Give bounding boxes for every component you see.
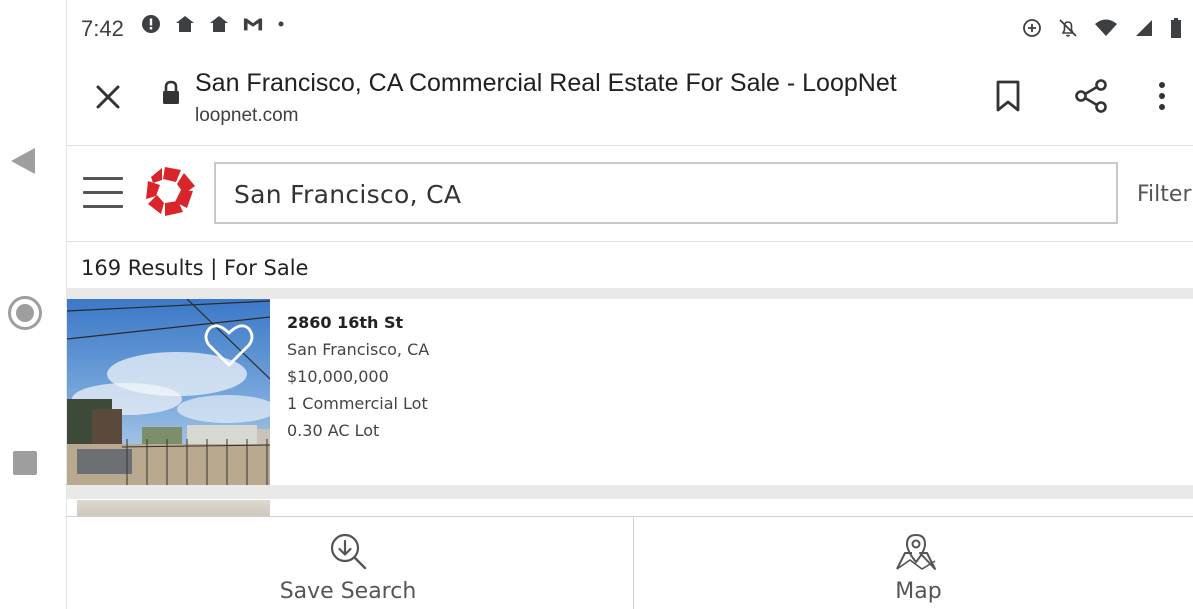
- listing-type: 1 Commercial Lot: [287, 394, 428, 413]
- save-search-label: Save Search: [279, 579, 417, 604]
- notifications-off-icon: [1059, 19, 1077, 37]
- save-search-button[interactable]: Save Search: [67, 517, 634, 609]
- bottom-action-bar: Save Search Map: [67, 516, 1193, 609]
- list-divider: [67, 485, 1193, 499]
- listing-lot-size: 0.30 AC Lot: [287, 421, 380, 440]
- custom-tab-toolbar: San Francisco, CA Commercial Real Estate…: [67, 56, 1193, 146]
- next-listing-photo[interactable]: [77, 500, 270, 516]
- lock-icon: [163, 80, 179, 104]
- status-time: 7:42: [81, 16, 124, 41]
- gmail-icon: [243, 18, 263, 31]
- back-icon[interactable]: [11, 148, 35, 174]
- share-icon[interactable]: [1071, 78, 1111, 114]
- list-divider: [67, 288, 1193, 299]
- site-header: San Francisco, CA Filter: [67, 146, 1193, 242]
- results-summary: 169 Results | For Sale: [81, 256, 309, 280]
- close-icon[interactable]: [93, 82, 123, 112]
- search-input-value[interactable]: San Francisco, CA: [234, 180, 461, 209]
- loopnet-logo[interactable]: [143, 164, 199, 220]
- dot-icon: [278, 21, 284, 27]
- bookmark-icon[interactable]: [993, 78, 1023, 114]
- status-right-icons: [1022, 18, 1182, 38]
- alert-icon: [142, 15, 160, 33]
- home-button-icon[interactable]: [8, 296, 42, 330]
- recent-apps-icon[interactable]: [13, 451, 37, 475]
- page-title: San Francisco, CA Commercial Real Estate…: [195, 69, 897, 97]
- listing-card[interactable]: 2860 16th St San Francisco, CA $10,000,0…: [67, 299, 1193, 485]
- android-nav-bar: [0, 0, 66, 609]
- save-search-icon: [330, 533, 367, 570]
- listing-address[interactable]: 2860 16th St: [287, 313, 429, 332]
- hamburger-menu-icon[interactable]: [83, 177, 123, 209]
- status-left-icons: [141, 14, 285, 34]
- map-pin-icon: [896, 533, 936, 570]
- signal-icon: [1136, 20, 1152, 36]
- home-icon: [176, 16, 194, 32]
- listing-city: San Francisco, CA: [287, 340, 430, 359]
- location-search-input[interactable]: San Francisco, CA: [214, 162, 1118, 224]
- listing-photo[interactable]: [67, 299, 270, 485]
- data-saver-icon: [1023, 19, 1041, 37]
- filter-button[interactable]: Filter: [1137, 182, 1191, 207]
- status-bar: 7:42: [67, 0, 1193, 56]
- wifi-icon: [1095, 19, 1117, 36]
- home-icon: [210, 16, 228, 32]
- map-button[interactable]: Map: [635, 517, 1193, 609]
- listing-price: $10,000,000: [287, 367, 389, 386]
- page-url[interactable]: loopnet.com: [195, 105, 299, 127]
- favorite-heart-icon[interactable]: [201, 319, 257, 371]
- listing-info: 2860 16th St San Francisco, CA $10,000,0…: [287, 313, 429, 448]
- battery-icon: [1171, 18, 1181, 38]
- more-vert-icon[interactable]: [1147, 78, 1177, 114]
- map-label: Map: [895, 579, 942, 604]
- browser-screen: 7:42 San Francisco, CA Commercial Real E…: [66, 0, 1193, 609]
